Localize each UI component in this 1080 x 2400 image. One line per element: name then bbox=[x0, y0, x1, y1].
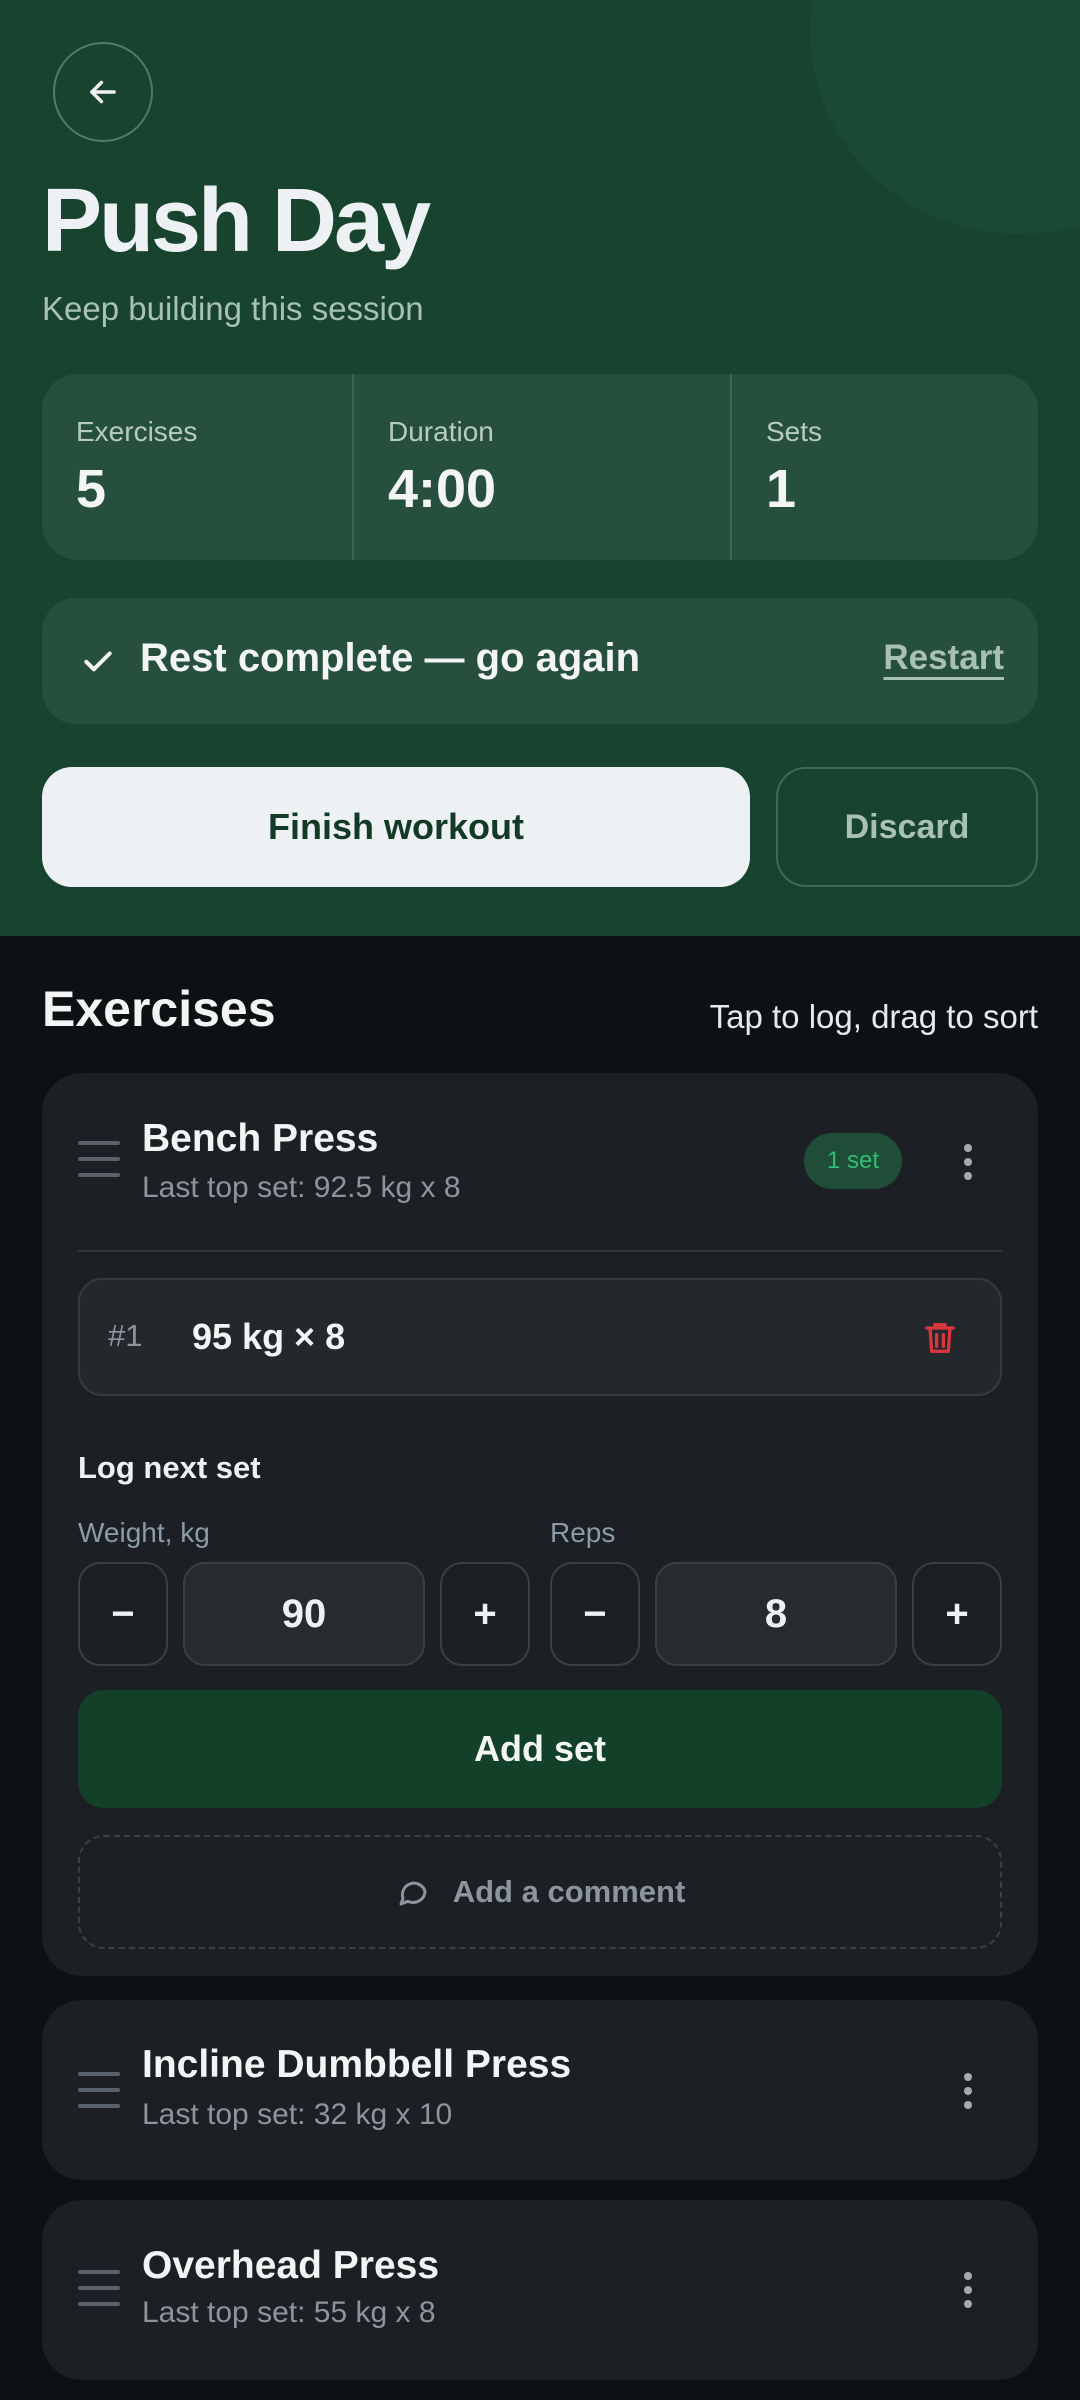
exercise-last-top-set: Last top set: 32 kg x 10 bbox=[142, 2098, 453, 2131]
discard-button[interactable]: Discard bbox=[776, 767, 1038, 887]
trash-icon[interactable] bbox=[920, 1318, 960, 1358]
weight-input[interactable]: 90 bbox=[183, 1562, 425, 1666]
stat-label: Exercises bbox=[76, 416, 198, 447]
more-vertical-icon[interactable] bbox=[964, 1144, 972, 1186]
set-value: 95 kg × 8 bbox=[192, 1316, 346, 1357]
drag-handle-icon[interactable] bbox=[78, 2270, 120, 2318]
weight-label: Weight, kg bbox=[78, 1517, 210, 1548]
back-button[interactable] bbox=[53, 42, 153, 142]
finish-workout-button[interactable]: Finish workout bbox=[42, 767, 750, 887]
stat-duration: Duration 4:00 bbox=[352, 374, 730, 560]
stats-panel: Exercises 5 Duration 4:00 Sets 1 bbox=[42, 374, 1038, 560]
exercise-last-top-set: Last top set: 55 kg x 8 bbox=[142, 2296, 436, 2329]
stat-value: 5 bbox=[76, 459, 107, 519]
set-count-badge: 1 set bbox=[804, 1133, 902, 1189]
weight-decrement-button[interactable]: − bbox=[78, 1562, 168, 1666]
drag-handle-icon[interactable] bbox=[78, 2072, 120, 2120]
exercises-heading: Exercises bbox=[42, 981, 276, 1037]
reps-label: Reps bbox=[550, 1517, 616, 1548]
rest-timer-banner: Rest complete — go again Restart bbox=[42, 598, 1038, 724]
exercise-last-top-set: Last top set: 92.5 kg x 8 bbox=[142, 1171, 461, 1204]
set-number: #1 bbox=[108, 1318, 143, 1353]
restart-timer-button[interactable]: Restart bbox=[883, 638, 1004, 678]
divider bbox=[78, 1250, 1002, 1252]
exercise-card-incline-dumbbell-press[interactable]: Incline Dumbbell Press Last top set: 32 … bbox=[42, 2000, 1038, 2180]
page-title: Push Day bbox=[42, 171, 431, 271]
more-vertical-icon[interactable] bbox=[964, 2073, 972, 2115]
stat-label: Duration bbox=[388, 416, 494, 447]
exercises-hint: Tap to log, drag to sort bbox=[709, 998, 1038, 1035]
comment-icon bbox=[399, 1881, 427, 1906]
logged-set-row: #1 95 kg × 8 bbox=[78, 1278, 1002, 1396]
exercise-card-overhead-press[interactable]: Overhead Press Last top set: 55 kg x 8 bbox=[42, 2200, 1038, 2380]
stat-label: Sets bbox=[766, 416, 823, 447]
rest-status-text: Rest complete — go again bbox=[140, 636, 641, 680]
page-subtitle: Keep building this session bbox=[42, 290, 424, 327]
workout-header: Push Day Keep building this session Exer… bbox=[0, 0, 1080, 936]
more-vertical-icon[interactable] bbox=[964, 2272, 972, 2314]
stat-value: 1 bbox=[766, 459, 797, 519]
arrow-left-icon bbox=[90, 80, 116, 104]
exercise-name: Bench Press bbox=[142, 1117, 379, 1160]
reps-increment-button[interactable]: + bbox=[912, 1562, 1002, 1666]
check-icon bbox=[84, 651, 112, 672]
weight-increment-button[interactable]: + bbox=[440, 1562, 530, 1666]
stat-exercises: Exercises 5 bbox=[42, 374, 352, 560]
add-comment-label: Add a comment bbox=[452, 1874, 686, 1909]
decorative-circle bbox=[810, 0, 1080, 234]
add-comment-button[interactable]: Add a comment bbox=[78, 1835, 1002, 1949]
exercise-name: Overhead Press bbox=[142, 2244, 440, 2287]
stat-sets: Sets 1 bbox=[730, 374, 1038, 560]
reps-decrement-button[interactable]: − bbox=[550, 1562, 640, 1666]
add-set-button[interactable]: Add set bbox=[78, 1690, 1002, 1808]
log-next-set-title: Log next set bbox=[78, 1450, 261, 1485]
stat-value: 4:00 bbox=[388, 459, 497, 519]
reps-input[interactable]: 8 bbox=[655, 1562, 897, 1666]
exercise-name: Incline Dumbbell Press bbox=[142, 2043, 572, 2086]
drag-handle-icon[interactable] bbox=[78, 1141, 120, 1189]
